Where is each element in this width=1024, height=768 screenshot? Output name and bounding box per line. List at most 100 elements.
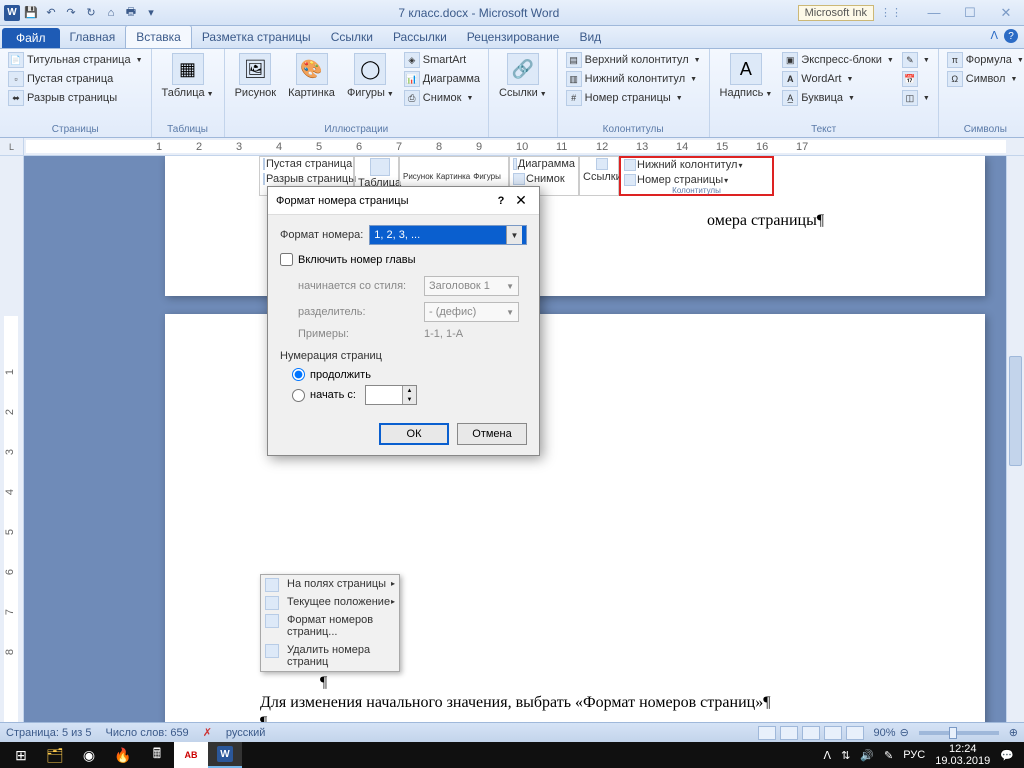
shapes-button[interactable]: ◯Фигуры▼ <box>343 51 398 101</box>
refresh-icon[interactable]: ↻ <box>82 4 100 22</box>
outline-view[interactable] <box>824 726 842 740</box>
tab-home[interactable]: Главная <box>60 26 126 48</box>
word-taskbar-icon[interactable]: W <box>208 742 242 768</box>
clock[interactable]: 12:24 19.03.2019 <box>935 743 990 767</box>
start-at-radio-input[interactable] <box>292 389 305 402</box>
smartart-icon: ◈ <box>404 52 420 68</box>
links-button[interactable]: 🔗Ссылки▼ <box>495 51 551 101</box>
link-icon: 🔗 <box>507 53 539 85</box>
cm-current[interactable]: Текущее положение▸ <box>261 593 399 611</box>
keyboard-lang[interactable]: РУС <box>903 749 925 761</box>
horizontal-ruler[interactable]: 1234567891011121314151617 <box>26 140 1006 153</box>
spin-up-icon[interactable]: ▲ <box>402 386 416 395</box>
tab-mailings[interactable]: Рассылки <box>383 26 457 48</box>
print-icon[interactable]: 🖶 <box>122 4 140 22</box>
continue-radio-input[interactable] <box>292 368 305 381</box>
calc-icon[interactable]: 🖩 <box>140 742 174 768</box>
spin-down-icon[interactable]: ▼ <box>402 395 416 404</box>
network-icon[interactable]: ⇅ <box>841 749 850 762</box>
close-button[interactable]: ✕ <box>992 4 1020 22</box>
cm-format[interactable]: Формат номеров страниц... <box>261 611 399 641</box>
redo-icon[interactable]: ↷ <box>62 4 80 22</box>
volume-icon[interactable]: 🔊 <box>860 749 874 762</box>
include-chapter-checkbox[interactable]: Включить номер главы <box>280 253 527 266</box>
abnet-icon[interactable]: AB <box>174 742 208 768</box>
pen-icon[interactable]: ✎ <box>884 749 893 762</box>
start-button[interactable]: ⊞ <box>4 742 38 768</box>
dropcap-button[interactable]: A̲Буквица▼ <box>780 89 896 107</box>
vertical-ruler[interactable]: 12345678 <box>0 156 24 722</box>
fullscreen-view[interactable] <box>780 726 798 740</box>
blank-page-button[interactable]: ▫Пустая страница <box>6 70 145 88</box>
textbox-button[interactable]: AНадпись▼ <box>716 51 777 101</box>
print-layout-view[interactable] <box>758 726 776 740</box>
object-button[interactable]: ◫▼ <box>900 89 932 107</box>
cover-page-button[interactable]: 📄Титульная страница▼ <box>6 51 145 69</box>
ribbon-group-illustrations: 🖼Рисунок 🎨Картинка ◯Фигуры▼ ◈SmartArt 📊Д… <box>225 49 489 137</box>
number-format-combo[interactable]: 1, 2, 3, ... ▼ <box>369 225 527 245</box>
dialog-close-button[interactable]: ✕ <box>511 192 531 209</box>
tab-insert[interactable]: Вставка <box>125 25 192 48</box>
zoom-out-button[interactable]: ⊖ <box>900 726 909 739</box>
zoom-slider[interactable] <box>919 731 999 735</box>
cm-remove[interactable]: Удалить номера страниц <box>261 641 399 671</box>
ribbon-group-tables: ▦Таблица▼ Таблицы <box>152 49 225 137</box>
equation-button[interactable]: πФормула▼ <box>945 51 1024 69</box>
smartart-button[interactable]: ◈SmartArt <box>402 51 482 69</box>
vertical-scrollbar[interactable] <box>1006 156 1024 722</box>
explorer-icon[interactable]: 🗂 <box>38 742 72 768</box>
start-at-spinner[interactable]: ▲▼ <box>365 385 417 405</box>
symbol-button[interactable]: ΩСимвол▼ <box>945 70 1024 88</box>
tab-layout[interactable]: Разметка страницы <box>192 26 321 48</box>
word-count[interactable]: Число слов: 659 <box>106 727 189 739</box>
clipart-button[interactable]: 🎨Картинка <box>284 51 339 101</box>
footer-button[interactable]: ▥Нижний колонтитул▼ <box>564 70 703 88</box>
tab-references[interactable]: Ссылки <box>321 26 383 48</box>
scroll-thumb[interactable] <box>1009 356 1022 466</box>
web-view[interactable] <box>802 726 820 740</box>
help-icon[interactable]: ? <box>1004 29 1018 43</box>
flame-icon[interactable]: 🔥 <box>106 742 140 768</box>
page-status[interactable]: Страница: 5 из 5 <box>6 727 92 739</box>
minimize-ribbon-icon[interactable]: ᐱ <box>990 29 998 43</box>
page-number-button[interactable]: #Номер страницы▼ <box>564 89 703 107</box>
chart-button[interactable]: 📊Диаграмма <box>402 70 482 88</box>
dialog-help-button[interactable]: ? <box>491 195 511 207</box>
home-icon[interactable]: ⌂ <box>102 4 120 22</box>
tray-up-icon[interactable]: ᐱ <box>824 749 832 762</box>
cm-margins[interactable]: На полях страницы▸ <box>261 575 399 593</box>
header-button[interactable]: ▤Верхний колонтитул▼ <box>564 51 703 69</box>
screenshot-button[interactable]: ⎙Снимок▼ <box>402 89 482 107</box>
notifications-icon[interactable]: 💬 <box>1000 749 1014 762</box>
page-break-button[interactable]: ⬌Разрыв страницы <box>6 89 145 107</box>
table-button[interactable]: ▦Таблица▼ <box>158 51 218 101</box>
doc-line-1b: омера страницы¶ <box>707 212 824 230</box>
qat-more-icon[interactable]: ▾ <box>142 4 160 22</box>
draft-view[interactable] <box>846 726 864 740</box>
include-chapter-input[interactable] <box>280 253 293 266</box>
date-button[interactable]: 📅 <box>900 70 932 88</box>
zoom-level[interactable]: 90% <box>874 727 896 739</box>
ink-badge[interactable]: Microsoft Ink <box>798 5 874 21</box>
save-icon[interactable]: 💾 <box>22 4 40 22</box>
sig-button[interactable]: ✎▼ <box>900 51 932 69</box>
continue-radio[interactable]: продолжить <box>292 368 527 381</box>
ok-button[interactable]: ОК <box>379 423 449 445</box>
language-status[interactable]: русский <box>226 727 265 739</box>
spell-icon[interactable]: ✗ <box>203 726 212 739</box>
tab-review[interactable]: Рецензирование <box>457 26 570 48</box>
tab-view[interactable]: Вид <box>569 26 611 48</box>
chrome-icon[interactable]: ◉ <box>72 742 106 768</box>
undo-icon[interactable]: ↶ <box>42 4 60 22</box>
picture-button[interactable]: 🖼Рисунок <box>231 51 281 101</box>
maximize-button[interactable]: ☐ <box>956 4 984 22</box>
cancel-button[interactable]: Отмена <box>457 423 527 445</box>
quickparts-button[interactable]: ▣Экспресс-блоки▼ <box>780 51 896 69</box>
file-tab[interactable]: Файл <box>2 28 60 48</box>
minimize-button[interactable]: — <box>920 4 948 22</box>
zoom-in-button[interactable]: ⊕ <box>1009 726 1018 739</box>
wordart-button[interactable]: 𝐀WordArt▼ <box>780 70 896 88</box>
ribbon-group-links: 🔗Ссылки▼ <box>489 49 558 137</box>
start-at-radio[interactable]: начать с: ▲▼ <box>292 385 527 405</box>
doc-paragraph-mark-2: ¶ <box>260 714 267 722</box>
